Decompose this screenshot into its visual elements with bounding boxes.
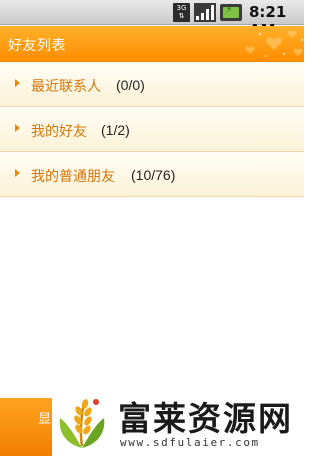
group-row-my-friends[interactable]: 我的好友 (1/2)	[0, 107, 304, 152]
wheat-leaf-logo-icon	[59, 399, 105, 448]
expand-arrow-icon	[15, 124, 20, 132]
watermark-url: www.sdfulaier.com	[120, 436, 260, 449]
hearts-decoration-icon	[245, 30, 303, 57]
expand-arrow-icon	[15, 169, 20, 177]
signal-bars-icon	[194, 3, 216, 22]
status-bar: 3G ⇅ ⚡ 8:21 AM	[0, 0, 304, 39]
group-name: 我的普通朋友	[31, 169, 115, 185]
watermark-title: 富莱资源网	[118, 399, 293, 438]
group-name: 我的好友	[31, 124, 87, 140]
group-count: (0/0)	[116, 77, 145, 93]
network-3g-icon: 3G ⇅	[173, 3, 190, 22]
network-label: 3G	[176, 4, 187, 12]
watermark: 富莱资源网 www.sdfulaier.com	[52, 390, 304, 456]
group-row-ordinary-friends[interactable]: 我的普通朋友 (10/76)	[0, 152, 304, 197]
page-title: 好友列表	[8, 38, 66, 54]
group-row-recent-contacts[interactable]: 最近联系人 (0/0)	[0, 62, 304, 107]
friend-group-list: 最近联系人 (0/0) 我的好友 (1/2) 我的普通朋友 (10/76)	[0, 62, 304, 197]
group-name: 最近联系人	[31, 79, 101, 95]
title-bar: 好友列表	[0, 26, 304, 62]
battery-charging-icon: ⚡	[220, 4, 242, 21]
group-count: (10/76)	[131, 167, 176, 183]
group-count: (1/2)	[101, 122, 130, 138]
expand-arrow-icon	[15, 79, 20, 87]
